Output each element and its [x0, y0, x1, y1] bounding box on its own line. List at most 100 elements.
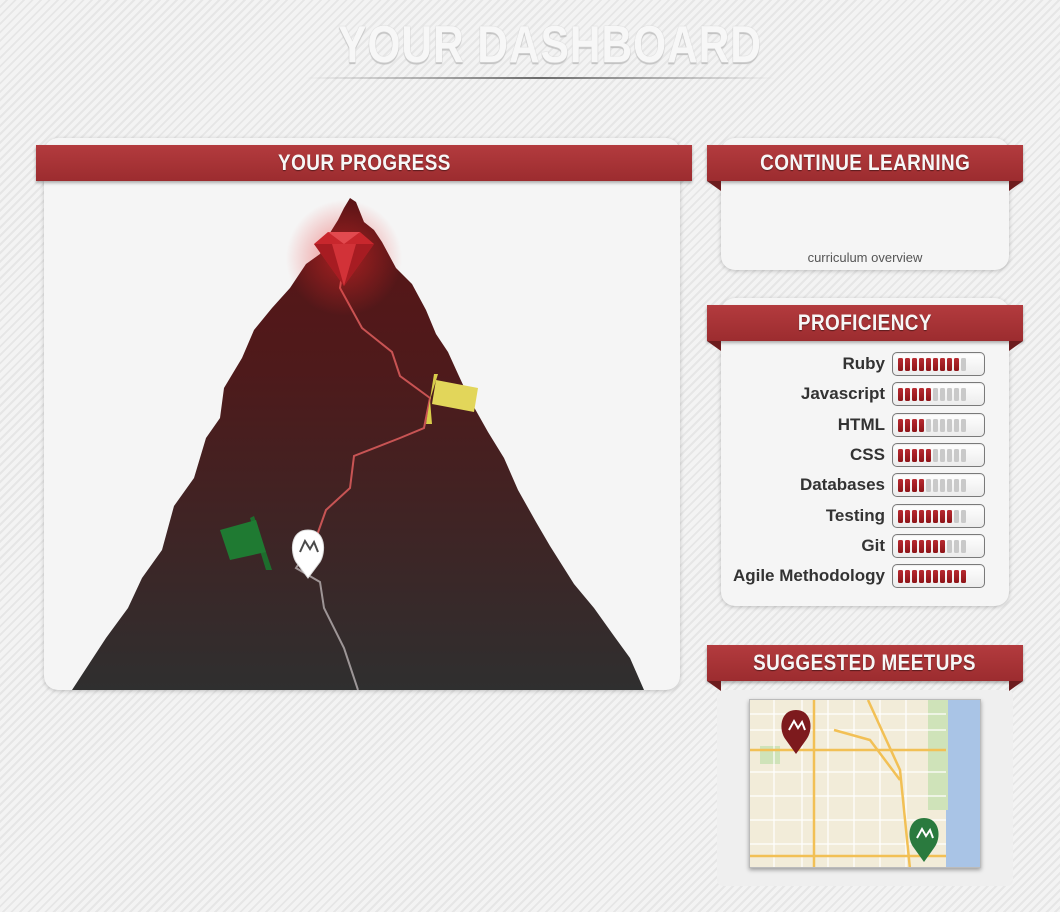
meter-segment: [912, 509, 917, 523]
meter-segment: [919, 570, 924, 584]
meetups-heading: SUGGESTED MEETUPS: [753, 650, 977, 675]
meter-segment: [898, 388, 903, 402]
meter-segment: [947, 418, 952, 432]
proficiency-row: Ruby: [0, 352, 1060, 376]
proficiency-row: CSS: [0, 442, 1060, 467]
meter-segment: [933, 570, 938, 584]
meter-segment: [926, 570, 931, 584]
meter-segment: [905, 539, 910, 553]
ribbon-fold: [707, 341, 721, 351]
proficiency-row: Agile Methodology: [0, 564, 1060, 589]
skill-label: Databases: [799, 475, 885, 495]
progress-header: YOUR PROGRESS: [36, 145, 692, 181]
meter-segment: [933, 479, 938, 493]
lake-area: [946, 700, 980, 867]
meetups-header: SUGGESTED MEETUPS: [707, 645, 1023, 681]
meter-segment: [954, 479, 959, 493]
ribbon-fold: [1009, 681, 1023, 691]
meter-segment: [898, 479, 903, 493]
meter-segment: [961, 479, 966, 493]
skill-level-meter: [892, 473, 985, 498]
meter-segment: [947, 539, 952, 553]
meter-segment: [933, 388, 938, 402]
meter-segment: [912, 388, 917, 402]
meter-segment: [954, 448, 959, 462]
meter-segment: [947, 479, 952, 493]
meter-segment: [940, 388, 945, 402]
meter-segment: [954, 539, 959, 553]
skill-level-meter: [892, 503, 985, 528]
skill-label: Git: [861, 535, 885, 555]
meter-segment: [926, 509, 931, 523]
continue-learning-header: CONTINUE LEARNING: [707, 145, 1023, 181]
meter-segment: [933, 358, 938, 371]
proficiency-header: PROFICIENCY: [707, 305, 1023, 341]
meter-segment: [912, 448, 917, 462]
meter-segment: [940, 479, 945, 493]
ribbon-fold: [1009, 341, 1023, 351]
meter-segment: [933, 539, 938, 553]
meter-segment: [933, 448, 938, 462]
skill-level-meter: [892, 564, 985, 589]
meter-segment: [905, 509, 910, 523]
map-image: [750, 700, 980, 867]
meter-segment: [947, 358, 952, 371]
meter-segment: [926, 479, 931, 493]
meter-segment: [933, 418, 938, 432]
meter-segment: [898, 358, 903, 371]
skill-label: Ruby: [842, 354, 886, 373]
meter-segment: [940, 418, 945, 432]
skill-level-meter: [892, 442, 985, 467]
skill-label: Agile Methodology: [732, 566, 885, 586]
meter-segment: [954, 509, 959, 523]
skill-level-meter: [892, 412, 985, 437]
meter-segment: [926, 448, 931, 462]
meetups-map[interactable]: [749, 699, 981, 868]
meter-segment: [926, 358, 931, 371]
ribbon-fold: [707, 181, 721, 191]
ribbon-fold: [707, 681, 721, 691]
meter-segment: [919, 418, 924, 432]
meter-segment: [919, 358, 924, 371]
meter-segment: [919, 509, 924, 523]
skill-level-meter: [892, 382, 985, 407]
skill-level-meter: [892, 352, 985, 376]
meter-segment: [919, 479, 924, 493]
meter-segment: [905, 358, 910, 371]
meter-segment: [961, 448, 966, 462]
meter-segment: [961, 358, 966, 371]
meter-segment: [947, 388, 952, 402]
meter-segment: [905, 448, 910, 462]
meter-segment: [905, 388, 910, 402]
meter-segment: [905, 418, 910, 432]
progress-heading: YOUR PROGRESS: [277, 150, 451, 175]
meter-segment: [919, 448, 924, 462]
meter-segment: [905, 479, 910, 493]
meter-segment: [919, 539, 924, 553]
meter-segment: [961, 539, 966, 553]
skill-level-meter: [892, 533, 985, 558]
meter-segment: [898, 448, 903, 462]
meter-segment: [954, 570, 959, 584]
meter-segment: [961, 388, 966, 402]
meter-segment: [947, 509, 952, 523]
meter-segment: [940, 358, 945, 371]
skill-label: CSS: [850, 444, 885, 464]
meter-segment: [912, 539, 917, 553]
meter-segment: [933, 509, 938, 523]
meter-segment: [912, 479, 917, 493]
skill-label: Javascript: [800, 384, 885, 404]
meter-segment: [940, 448, 945, 462]
meter-segment: [912, 358, 917, 371]
meter-segment: [898, 570, 903, 584]
meter-segment: [926, 388, 931, 402]
meter-segment: [926, 539, 931, 553]
continue-learning-heading: CONTINUE LEARNING: [759, 150, 971, 175]
ruby-goal-icon: [286, 200, 402, 316]
meter-segment: [947, 570, 952, 584]
meter-segment: [912, 418, 917, 432]
title-divider: [305, 77, 775, 79]
meter-segment: [954, 418, 959, 432]
meter-segment: [940, 570, 945, 584]
curriculum-overview-link[interactable]: curriculum overview: [721, 250, 1009, 265]
